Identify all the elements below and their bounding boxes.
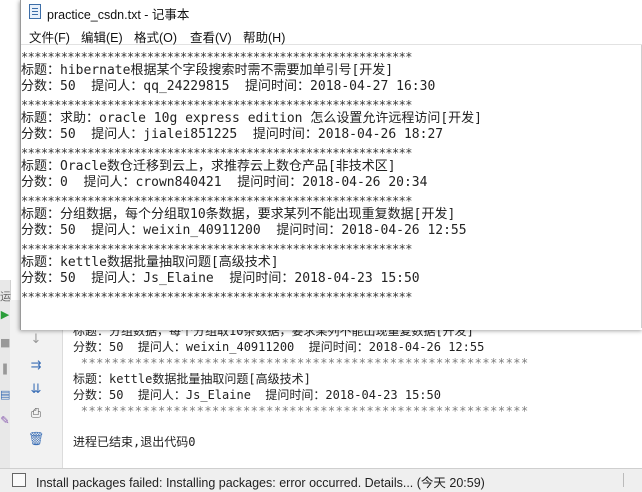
console-separator: ****************************************…: [73, 404, 529, 418]
status-window-icon[interactable]: [12, 473, 26, 487]
window-title: practice_csdn.txt - 记事本: [47, 8, 190, 22]
separator-line: ****************************************…: [21, 290, 412, 304]
stop-small-icon[interactable]: ■: [0, 336, 10, 350]
text-line: 分数：0 提问人：crown840421 提问时间：2018-04-26 20:…: [21, 175, 428, 190]
run-small-icon[interactable]: ▶: [0, 308, 10, 322]
menu-help[interactable]: 帮助(H): [243, 27, 285, 46]
console-line: 分数：50 提问人：Js_Elaine 提问时间：2018-04-23 15:5…: [73, 388, 441, 402]
text-line: 分数：50 提问人：jialei851225 提问时间：2018-04-26 1…: [21, 127, 444, 142]
menu-bar: 文件(F) 编辑(E) 格式(O) 查看(V) 帮助(H): [21, 24, 642, 45]
menu-file[interactable]: 文件(F): [29, 27, 70, 46]
down-arrow-icon[interactable]: ↓: [28, 332, 44, 348]
text-line: 分数：50 提问人：Js_Elaine 提问时间：2018-04-23 15:5…: [21, 271, 420, 286]
text-line: 标题：Oracle数仓迁移到云上，求推荐云上数仓产品[非技术区]: [21, 159, 396, 174]
notepad-icon: [29, 4, 41, 19]
text-line: 标题：分组数据，每个分组取10条数据，要求某列不能出现重复数据[开发]: [21, 207, 456, 222]
soft-wrap-icon[interactable]: ⇉: [28, 358, 44, 374]
menu-format[interactable]: 格式(O): [134, 27, 177, 46]
console-line: 标题：kettle数据批量抽取问题[高级技术]: [73, 372, 311, 386]
text-line: 标题：kettle数据批量抽取问题[高级技术]: [21, 255, 279, 270]
console-output: 标题：分组数据，每个分组取10条数据，要求某列不能出现重复数据[开发] 分数：5…: [63, 320, 642, 468]
collapse-icon[interactable]: 运: [0, 290, 11, 304]
text-line: 标题：求助：oracle 10g express edition 怎么设置允许远…: [21, 111, 482, 126]
console-separator: ****************************************…: [73, 356, 529, 370]
layout-small-icon[interactable]: ▤: [0, 388, 10, 402]
status-bar: Install packages failed: Installing pack…: [0, 468, 642, 492]
text-line: 分数：50 提问人：qq_24229815 提问时间：2018-04-27 16…: [21, 79, 436, 94]
console-line: 分数：50 提问人：weixin_40911200 提问时间：2018-04-2…: [73, 340, 485, 354]
print-icon[interactable]: ⎙: [28, 406, 44, 422]
menu-view[interactable]: 查看(V): [190, 27, 232, 46]
notepad-window: practice_csdn.txt - 记事本 文件(F) 编辑(E) 格式(O…: [20, 0, 642, 330]
text-editor[interactable]: ****************************************…: [21, 45, 642, 328]
pause-small-icon[interactable]: ❚: [0, 362, 10, 376]
console-exit-message: 进程已结束,退出代码0: [73, 435, 196, 449]
title-bar[interactable]: practice_csdn.txt - 记事本: [21, 0, 642, 24]
menu-edit[interactable]: 编辑(E): [81, 27, 123, 46]
status-message[interactable]: Install packages failed: Installing pack…: [36, 472, 485, 491]
tool-small-icon[interactable]: ✎: [0, 414, 10, 428]
text-line: 分数：50 提问人：weixin_40911200 提问时间：2018-04-2…: [21, 223, 467, 238]
scroll-end-icon[interactable]: ⇊: [28, 382, 44, 398]
text-line: 标题：hibernate根据某个字段搜索时需不需要加单引号[开发]: [21, 63, 394, 78]
trash-icon[interactable]: 🗑: [28, 432, 45, 448]
status-grip: [623, 473, 634, 487]
